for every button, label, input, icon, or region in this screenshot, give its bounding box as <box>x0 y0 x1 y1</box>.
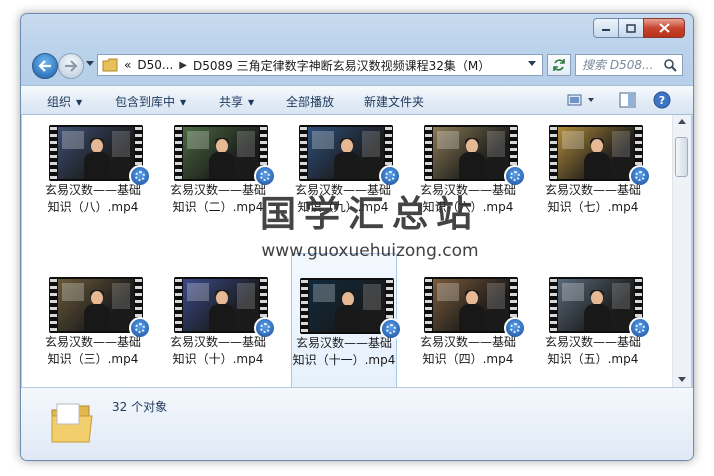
chevron-down-icon: ▼ <box>76 98 83 107</box>
new-folder-button[interactable]: 新建文件夹 <box>364 93 424 110</box>
back-button[interactable] <box>32 53 58 79</box>
refresh-button[interactable] <box>547 54 571 76</box>
search-icon[interactable] <box>663 58 677 72</box>
file-name: 玄易汉数——基础知识（十）.mp4 <box>169 335 266 366</box>
close-button[interactable] <box>643 18 685 38</box>
scroll-down-icon[interactable] <box>678 377 686 383</box>
chevron-down-icon: ▼ <box>180 98 187 107</box>
video-thumbnail <box>299 125 401 187</box>
file-name: 玄易汉数——基础知识（四）.mp4 <box>419 335 516 366</box>
play-all-button[interactable]: 全部播放 <box>286 93 334 110</box>
video-thumbnail <box>49 277 151 339</box>
close-icon <box>658 23 670 33</box>
organize-label: 组织 <box>47 95 72 109</box>
file-list[interactable]: 玄易汉数——基础知识（八）.mp4 玄易汉数——基础知识（二）.mp4 玄易汉数——… <box>22 115 672 387</box>
item-count: 32 个对象 <box>112 400 168 414</box>
file-name: 玄易汉数——基础知识（二）.mp4 <box>169 183 266 214</box>
address-overflow[interactable]: « <box>124 58 131 72</box>
vertical-scrollbar[interactable] <box>672 115 691 387</box>
arrow-right-icon <box>65 60 78 72</box>
minimize-button[interactable] <box>593 18 619 38</box>
folder-icon <box>102 58 118 72</box>
help-icon: ? <box>653 91 671 109</box>
explorer-window: « D50... ▶ D5089 三角定律数字神断玄易汉数视频课程32集（M） … <box>20 13 694 461</box>
scroll-up-icon[interactable] <box>678 119 686 125</box>
video-thumbnail <box>174 277 276 339</box>
recent-pages-dropdown[interactable] <box>86 61 94 67</box>
chevron-down-icon: ▼ <box>248 98 255 107</box>
preview-pane-icon <box>619 92 636 108</box>
video-thumbnail <box>174 125 276 187</box>
video-thumbnail <box>49 125 151 187</box>
search-input[interactable]: 搜索 D508... <box>575 54 683 76</box>
include-library-menu[interactable]: 包含到库中 ▼ <box>115 93 186 110</box>
play-all-label: 全部播放 <box>286 95 335 109</box>
breadcrumb-separator-icon[interactable]: ▶ <box>179 60 187 71</box>
svg-text:?: ? <box>659 94 665 107</box>
search-placeholder: 搜索 D508... <box>582 58 654 72</box>
include-library-label: 包含到库中 <box>115 95 176 109</box>
chevron-down-icon[interactable] <box>528 61 536 67</box>
video-thumbnail <box>549 277 651 339</box>
minimize-icon <box>602 29 610 31</box>
details-pane: 32 个对象 <box>21 387 693 460</box>
help-button[interactable]: ? <box>653 91 671 112</box>
arrow-left-icon <box>38 60 51 72</box>
breadcrumb-current[interactable]: D5089 三角定律数字神断玄易汉数视频课程32集（M） <box>193 57 490 74</box>
address-bar[interactable]: « D50... ▶ D5089 三角定律数字神断玄易汉数视频课程32集（M） <box>97 54 543 76</box>
file-name: 玄易汉数——基础知识（九）.mp4 <box>294 183 391 214</box>
folder-icon <box>51 403 93 443</box>
maximize-button[interactable] <box>618 18 644 38</box>
view-icon <box>567 94 594 106</box>
file-name: 玄易汉数——基础知识（八）.mp4 <box>44 183 141 214</box>
organize-menu[interactable]: 组织 ▼ <box>47 93 82 110</box>
video-thumbnail <box>549 125 651 187</box>
view-options-button[interactable] <box>567 91 597 112</box>
breadcrumb-parent[interactable]: D50... <box>137 58 173 72</box>
file-name: 玄易汉数——基础知识（七）.mp4 <box>544 183 641 214</box>
file-item[interactable]: 玄易汉数——基础知识（十一）.mp4 <box>291 253 402 387</box>
refresh-icon <box>553 59 565 71</box>
file-name: 玄易汉数——基础知识（三）.mp4 <box>44 335 141 366</box>
preview-pane-button[interactable] <box>619 91 637 112</box>
maximize-icon <box>626 23 636 33</box>
command-bar: 组织 ▼ 包含到库中 ▼ 共享 ▼ 全部播放 新建文件夹 ? <box>21 85 693 115</box>
scroll-thumb[interactable] <box>675 137 688 177</box>
video-thumbnail <box>424 277 526 339</box>
share-label: 共享 <box>219 95 244 109</box>
new-folder-label: 新建文件夹 <box>364 95 425 109</box>
video-thumbnail <box>300 278 402 340</box>
file-name: 玄易汉数——基础知识（十一）.mp4 <box>292 336 396 367</box>
file-name: 玄易汉数——基础知识（五）.mp4 <box>544 335 641 366</box>
file-name: 玄易汉数——基础知识（六）.mp4 <box>419 183 516 214</box>
forward-button[interactable] <box>58 53 84 79</box>
video-thumbnail <box>424 125 526 187</box>
navigation-bar: « D50... ▶ D5089 三角定律数字神断玄易汉数视频课程32集（M） … <box>29 51 685 79</box>
share-menu[interactable]: 共享 ▼ <box>219 93 254 110</box>
window-controls <box>593 18 685 38</box>
